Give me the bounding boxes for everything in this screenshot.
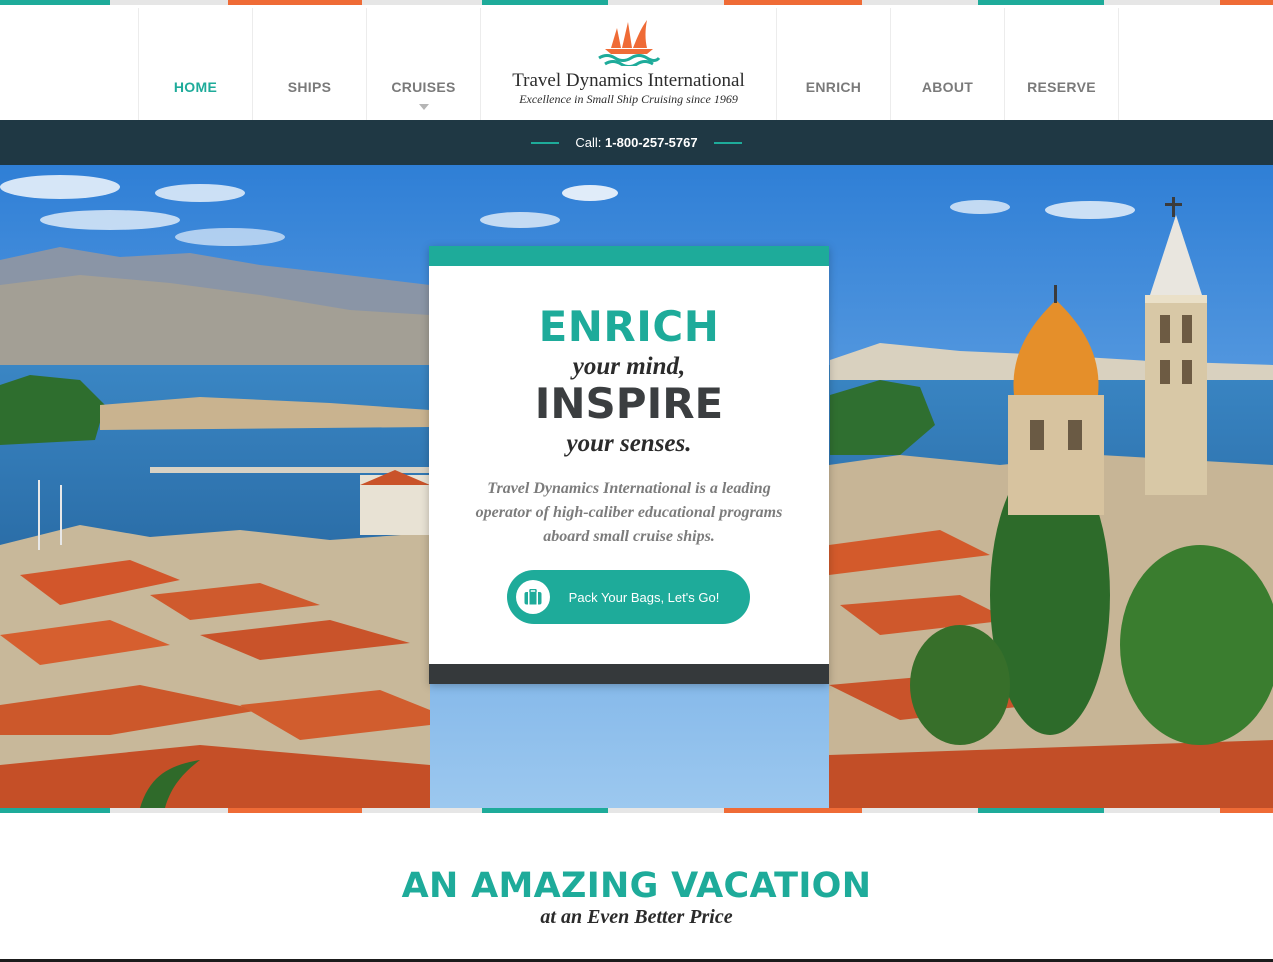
chevron-down-icon bbox=[418, 104, 429, 110]
nav-ships[interactable]: SHIPS bbox=[252, 8, 366, 120]
brand-tagline: Excellence in Small Ship Cruising since … bbox=[519, 92, 738, 106]
suitcase-icon bbox=[516, 580, 550, 614]
nav-about-label: ABOUT bbox=[921, 79, 974, 95]
nav-enrich-label: ENRICH bbox=[805, 79, 862, 95]
nav-ships-label: SHIPS bbox=[287, 79, 332, 95]
phone-number: 1-800-257-5767 bbox=[605, 135, 698, 150]
brand-name: Travel Dynamics International bbox=[512, 70, 745, 91]
nav-home[interactable]: HOME bbox=[138, 8, 252, 120]
hero-inspire-heading: INSPIRE bbox=[534, 379, 724, 428]
main-nav: HOME SHIPS CRUISES Travel Dynamics Inter… bbox=[138, 8, 1119, 120]
hero-card: ENRICH your mind, INSPIRE your senses. T… bbox=[429, 246, 829, 684]
nav-cruises-label: CRUISES bbox=[391, 79, 456, 95]
hero-enrich-heading: ENRICH bbox=[538, 302, 720, 351]
nav-cruises[interactable]: CRUISES bbox=[366, 8, 480, 120]
call-text[interactable]: Call: 1-800-257-5767 bbox=[575, 135, 697, 150]
site-header: HOME SHIPS CRUISES Travel Dynamics Inter… bbox=[0, 5, 1273, 120]
nav-reserve-label: RESERVE bbox=[1027, 79, 1096, 95]
hero-description: Travel Dynamics International is a leadi… bbox=[475, 480, 783, 545]
section-subtitle: at an Even Better Price bbox=[540, 906, 733, 928]
call-prefix: Call: bbox=[575, 135, 602, 150]
hero-senses-text: your senses. bbox=[566, 430, 692, 457]
mid-color-stripe bbox=[0, 808, 1273, 813]
pack-your-bags-button[interactable]: Pack Your Bags, Let's Go! bbox=[507, 570, 750, 624]
card-top-bar bbox=[429, 246, 829, 266]
brand-logo[interactable]: Travel Dynamics International Excellence… bbox=[480, 8, 776, 120]
sailboat-waves-icon bbox=[597, 20, 660, 66]
nav-enrich[interactable]: ENRICH bbox=[776, 8, 890, 120]
nav-about[interactable]: ABOUT bbox=[890, 8, 1004, 120]
cta-label: Pack Your Bags, Let's Go! bbox=[568, 589, 720, 605]
nav-home-label: HOME bbox=[173, 79, 218, 95]
call-bar: Call: 1-800-257-5767 bbox=[0, 120, 1273, 165]
divider-dash bbox=[713, 141, 742, 144]
card-bottom-bar bbox=[429, 664, 829, 684]
divider-dash bbox=[531, 141, 560, 144]
section-title: AN AMAZING VACATION bbox=[401, 866, 872, 906]
nav-reserve[interactable]: RESERVE bbox=[1004, 8, 1119, 120]
